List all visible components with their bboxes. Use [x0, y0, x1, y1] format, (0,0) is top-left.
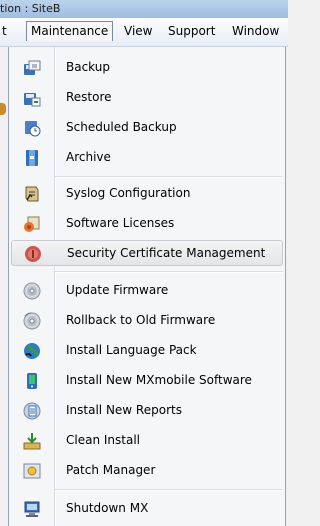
archive-icon [26, 150, 38, 166]
menu-item-label: Install New Reports [66, 403, 182, 417]
menu-item-clean-install[interactable]: Clean Install [11, 428, 283, 454]
certificate-icon [25, 246, 41, 262]
menu-item-label: Update Firmware [66, 283, 169, 297]
menu-item-install-new-reports[interactable]: Install New Reports [11, 398, 283, 424]
menu-item-label: Patch Manager [66, 463, 156, 477]
shutdown-icon [24, 501, 40, 517]
menu-item-rollback-to-old-firmware[interactable]: Rollback to Old Firmware [11, 308, 283, 334]
menu-item-shutdown-mx[interactable]: Shutdown MX [11, 496, 283, 522]
menu-item-restore[interactable]: Restore [11, 85, 283, 111]
menu-item-label: Syslog Configuration [66, 186, 191, 200]
menu-item-label: Rollback to Old Firmware [66, 313, 216, 327]
menu-separator [55, 489, 283, 491]
menu-item-software-licenses[interactable]: Software Licenses [11, 211, 283, 237]
clean-install-icon [23, 433, 41, 450]
menu-item-label: Security Certificate Management [67, 246, 266, 260]
menu-item-label: Backup [66, 60, 110, 74]
menu-item-scheduled-backup[interactable]: Scheduled Backup [11, 115, 283, 141]
menu-item-label: Software Licenses [66, 216, 175, 230]
menu-item-syslog-configuration[interactable]: Syslog Configuration [11, 181, 283, 207]
menu-bar: t Maintenance View Support Window [0, 18, 288, 47]
menu-item-backup[interactable]: Backup [11, 55, 283, 81]
menu-item-label: Install New MXmobile Software [66, 373, 252, 387]
menu-separator [55, 176, 283, 178]
maintenance-dropdown-menu: Backup Restore Scheduled Backup Archive [8, 47, 286, 526]
menu-item-security-certificate-management[interactable]: Security Certificate Management [11, 240, 283, 266]
patch-icon [23, 463, 41, 479]
globe-icon [24, 343, 40, 359]
menu-item-archive[interactable]: Archive [11, 145, 283, 171]
menu-item-label: Scheduled Backup [66, 120, 177, 134]
window-title: tion : SiteB [0, 2, 61, 15]
reports-icon [23, 402, 41, 420]
menu-item-update-firmware[interactable]: Update Firmware [11, 278, 283, 304]
menu-item-label: Restore [66, 90, 112, 104]
disc-rollback-icon [23, 312, 41, 330]
menu-item-install-new-mxmobile-software[interactable]: Install New MXmobile Software [11, 368, 283, 394]
background-window-edge [0, 47, 8, 526]
toolbar-icon-partial [0, 103, 6, 115]
license-icon [24, 216, 40, 232]
backup-icon [24, 60, 41, 75]
menubar-item-maintenance[interactable]: Maintenance [26, 21, 114, 41]
menu-item-label: Archive [66, 150, 111, 164]
mobile-icon [27, 373, 37, 389]
maintenance-label: Maintenance [31, 24, 109, 38]
window-title-bar: tion : SiteB [0, 0, 288, 18]
menu-item-label: Install Language Pack [66, 343, 197, 357]
disc-icon [23, 282, 41, 300]
menu-item-label: Shutdown MX [66, 501, 149, 515]
menubar-item-support[interactable]: Support [168, 24, 215, 38]
menubar-item-window[interactable]: Window [232, 24, 279, 38]
menubar-item-view[interactable]: View [124, 24, 152, 38]
menubar-item-partial[interactable]: t [2, 24, 7, 38]
restore-icon [24, 93, 41, 107]
menu-item-label: Clean Install [66, 433, 140, 447]
menu-item-install-language-pack[interactable]: Install Language Pack [11, 338, 283, 364]
syslog-icon [25, 186, 39, 202]
menu-separator [55, 271, 283, 273]
scheduled-backup-icon [25, 121, 41, 137]
menu-item-patch-manager[interactable]: Patch Manager [11, 458, 283, 484]
